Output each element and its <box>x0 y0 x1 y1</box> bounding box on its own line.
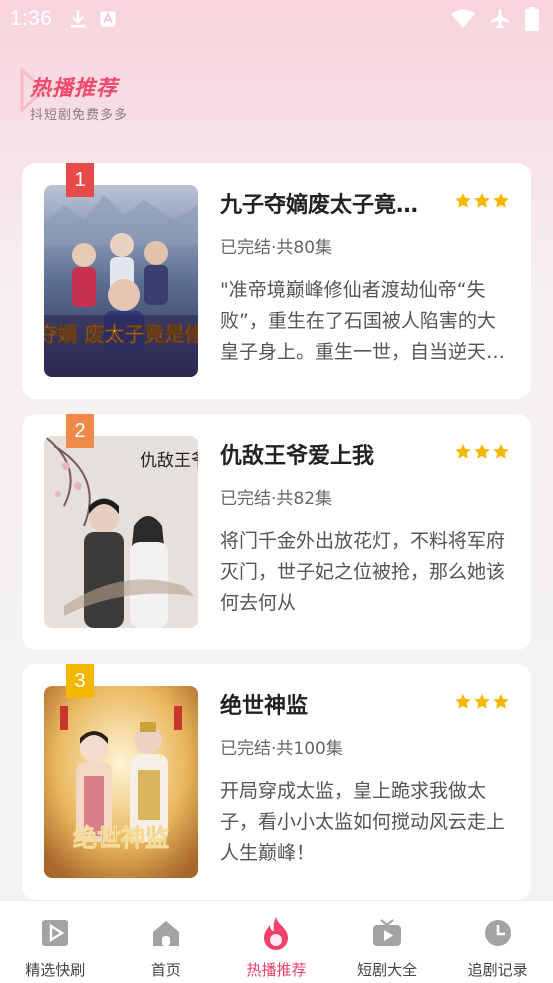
airplane-mode-icon <box>489 8 511 30</box>
play-square-icon <box>41 917 69 949</box>
home-icon <box>152 917 180 949</box>
status-bar: 1:36 <box>0 0 553 38</box>
drama-cover[interactable]: 绝世神监 <box>44 686 198 878</box>
battery-icon <box>525 7 539 31</box>
drama-description: 将门千金外出放花灯，不料将军府灭门，世子妃之位被抢，那么她该何去何从 <box>220 530 506 614</box>
nav-item-drama-library[interactable]: 短剧大全 <box>332 901 443 983</box>
bottom-nav: 精选快刷 首页 热播推荐 短剧大全 追剧记录 <box>0 900 553 983</box>
star-icon <box>474 444 490 459</box>
star-icon <box>493 444 509 459</box>
star-icon <box>455 444 471 459</box>
drama-cover[interactable]: 仇敌王爷爱上我 <box>44 436 198 628</box>
wifi-icon <box>451 9 475 29</box>
star-icon <box>493 694 509 709</box>
nav-item-hot-recommend[interactable]: 热播推荐 <box>221 901 332 983</box>
nav-item-home[interactable]: 首页 <box>111 901 222 983</box>
star-icon <box>455 694 471 709</box>
drama-card[interactable]: 2 仇敌王爷爱上我 仇敌王爷爱上我 已完结·共82集 将门千金外出放花灯，不料将… <box>22 414 531 650</box>
episode-info: 已完结·共100集 <box>220 739 343 759</box>
episode-info: 已完结·共82集 <box>220 489 333 509</box>
nav-label: 热播推荐 <box>246 961 307 979</box>
rank-badge: 1 <box>66 163 94 197</box>
app-notification-icon <box>100 11 116 27</box>
nav-label: 精选快刷 <box>25 961 86 979</box>
drama-title[interactable]: 绝世神监 <box>220 688 440 720</box>
clock-icon <box>484 917 512 949</box>
drama-card[interactable]: 3 绝世神监 绝世神监 已完结·共100集 开局穿成太监，皇上跪求我做太子，看小… <box>22 664 531 900</box>
cover-title-text: 九子夺嫡 废太子竟是修仙者 <box>44 322 198 346</box>
star-icon <box>474 694 490 709</box>
star-icon <box>455 193 471 208</box>
nav-item-watch-history[interactable]: 追剧记录 <box>442 901 553 983</box>
rating-stars <box>455 193 509 208</box>
drama-title[interactable]: 九子夺嫡废太子竟是修仙者 <box>220 187 440 219</box>
drama-description: 开局穿成太监，皇上跪求我做太子，看小小太监如何搅动风云走上人生巅峰！ <box>220 780 506 864</box>
drama-title[interactable]: 仇敌王爷爱上我 <box>220 438 440 470</box>
star-icon <box>493 193 509 208</box>
page-title: 热播推荐 <box>30 76 118 100</box>
tv-icon <box>372 917 402 949</box>
episode-info: 已完结·共80集 <box>220 238 333 258</box>
flame-icon <box>261 917 291 950</box>
rating-stars <box>455 694 509 709</box>
star-icon <box>474 193 490 208</box>
nav-label: 短剧大全 <box>357 961 418 979</box>
cover-title-text: 仇敌王爷爱上我 <box>140 451 198 471</box>
rank-badge: 3 <box>66 664 94 698</box>
page-subtitle: 抖短剧免费多多 <box>30 108 129 123</box>
rank-badge: 2 <box>66 414 94 448</box>
nav-label: 追剧记录 <box>467 961 528 979</box>
status-time: 1:36 <box>10 7 53 30</box>
cover-title-text: 绝世神监 <box>73 823 169 852</box>
drama-description: "准帝境巅峰修仙者渡劫仙帝“失败”，重生在了石国被人陷害的大皇子身上。重生一世，… <box>220 279 506 363</box>
drama-card[interactable]: 1 九子夺嫡 废太子竟是修仙者 九子夺嫡废太子竟是修仙者 已完结·共80集 "准… <box>22 163 531 399</box>
nav-label: 首页 <box>150 961 181 979</box>
drama-cover[interactable]: 九子夺嫡 废太子竟是修仙者 <box>44 185 198 377</box>
download-icon <box>70 9 86 29</box>
nav-item-featured[interactable]: 精选快刷 <box>0 901 111 983</box>
page-header: 热播推荐 抖短剧免费多多 <box>20 66 220 126</box>
rating-stars <box>455 444 509 459</box>
